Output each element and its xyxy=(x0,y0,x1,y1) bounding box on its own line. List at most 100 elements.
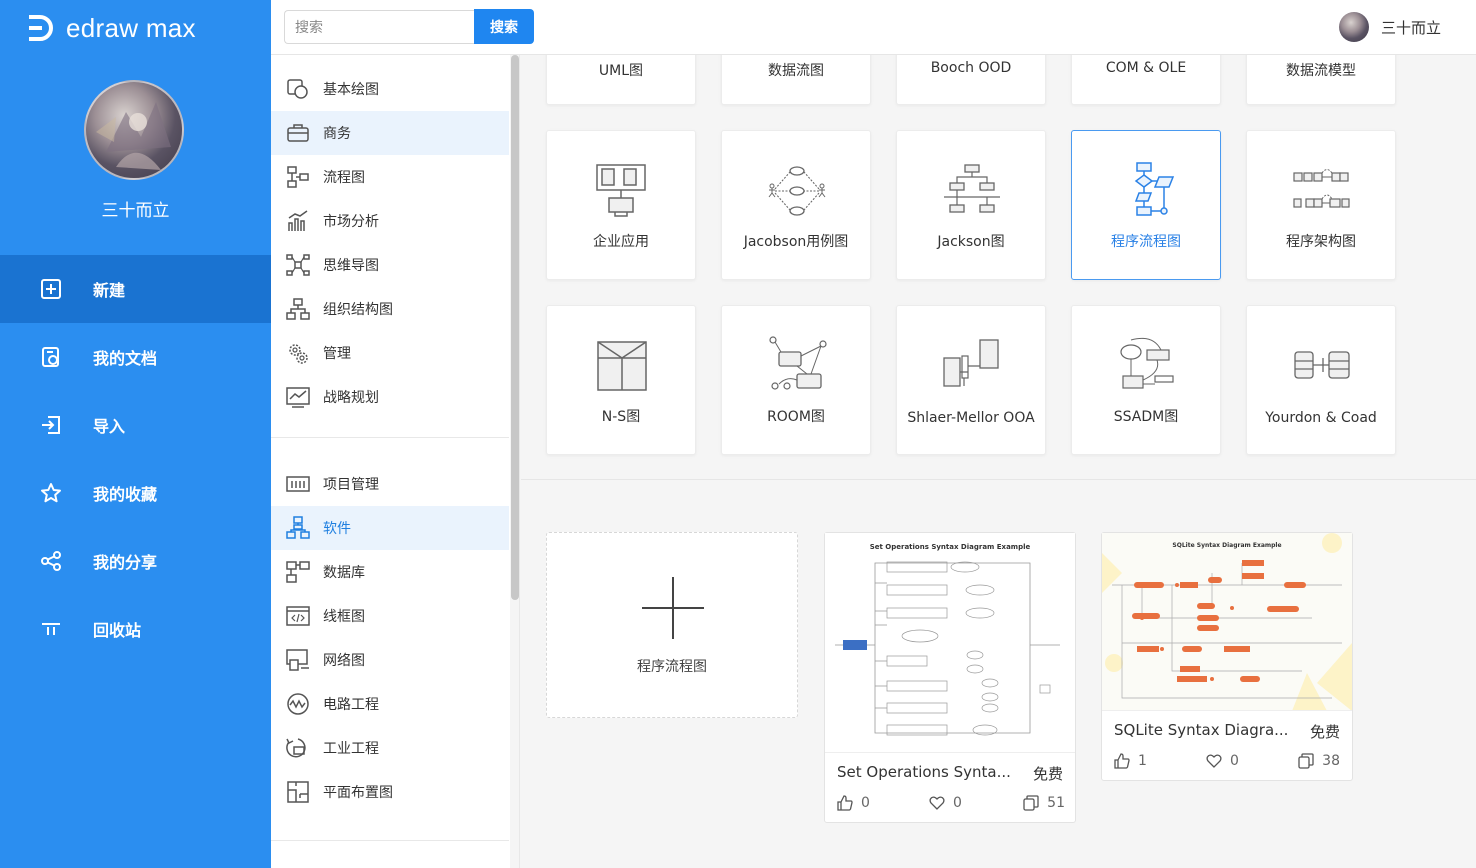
category-panel: 基本绘图 商务 流程图 市场分析 思维导图 组织结构图 管理 战略规划 项目管理… xyxy=(271,55,520,868)
nav-favorites[interactable]: 我的收藏 xyxy=(0,459,271,527)
template-card-dfd[interactable]: 数据流图 xyxy=(721,55,871,105)
category-label: 组织结构图 xyxy=(323,302,393,318)
copies-stat[interactable]: 38 xyxy=(1298,753,1340,769)
room-diagram-icon xyxy=(769,336,827,390)
category-mindmap[interactable]: 思维导图 xyxy=(271,243,509,287)
search-input[interactable] xyxy=(284,10,474,44)
category-management[interactable]: 管理 xyxy=(271,331,509,375)
copies-stat[interactable]: 51 xyxy=(1023,795,1065,811)
category-divider xyxy=(271,840,509,841)
use-case-icon xyxy=(768,166,826,216)
nav-new[interactable]: 新建 xyxy=(0,255,271,323)
template-card-room[interactable]: ROOM图 xyxy=(721,305,871,455)
example-thumbnail: SQLite Syntax Diagram Example xyxy=(1102,533,1352,711)
category-market-analysis[interactable]: 市场分析 xyxy=(271,199,509,243)
category-label: 工业工程 xyxy=(323,741,379,757)
template-grid: UML图 数据流图 Booch OOD COM & OLE 数据流模型 企业应用… xyxy=(521,55,1476,480)
template-card-program-architecture[interactable]: 程序架构图 xyxy=(1246,130,1396,280)
logo[interactable]: edraw max xyxy=(26,12,196,44)
org-chart-icon xyxy=(285,296,311,322)
example-card-sqlite[interactable]: SQLite Syntax Diagram Example SQLite Syn… xyxy=(1101,532,1353,781)
program-architecture-icon xyxy=(1293,169,1350,208)
circuit-icon xyxy=(285,691,311,717)
user-avatar-small[interactable] xyxy=(1338,12,1369,42)
template-card-jacobson[interactable]: Jacobson用例图 xyxy=(721,130,871,280)
search-button[interactable]: 搜索 xyxy=(474,9,534,44)
flowchart-icon xyxy=(285,164,311,190)
category-scroll-thumb[interactable] xyxy=(511,55,519,600)
mindmap-icon xyxy=(285,252,311,278)
thumbnail-title: Set Operations Syntax Diagram Example xyxy=(869,543,1031,551)
template-label: N-S图 xyxy=(601,409,641,425)
user-avatar[interactable] xyxy=(84,80,184,180)
likes-count: 1 xyxy=(1138,753,1147,769)
top-bar: 搜索 三十而立 xyxy=(271,0,1476,55)
template-card-jackson[interactable]: Jackson图 xyxy=(896,130,1046,280)
template-card-booch[interactable]: Booch OOD xyxy=(896,55,1046,105)
new-card-label: 程序流程图 xyxy=(637,659,707,675)
share-icon xyxy=(40,550,62,572)
template-card-ns[interactable]: N-S图 xyxy=(546,305,696,455)
category-label: 战略规划 xyxy=(323,390,379,406)
nav-my-docs-label: 我的文档 xyxy=(93,349,158,368)
ns-diagram-icon xyxy=(597,341,647,391)
category-software[interactable]: 软件 xyxy=(271,506,509,550)
example-stats: 0 0 51 xyxy=(837,795,1065,811)
category-label: 电路工程 xyxy=(323,697,379,713)
category-floorplan[interactable]: 平面布置图 xyxy=(271,770,509,814)
likes-count: 0 xyxy=(861,795,870,811)
heart-icon xyxy=(1206,754,1222,768)
category-network[interactable]: 网络图 xyxy=(271,638,509,682)
software-icon xyxy=(285,515,311,541)
template-card-shlaer-mellor[interactable]: Shlaer-Mellor OOA xyxy=(896,305,1046,455)
category-org-chart[interactable]: 组织结构图 xyxy=(271,287,509,331)
nav-import[interactable]: 导入 xyxy=(0,391,271,459)
shlaer-mellor-icon xyxy=(943,339,999,387)
template-card-enterprise-app[interactable]: 企业应用 xyxy=(546,130,696,280)
category-project[interactable]: 项目管理 xyxy=(271,462,509,506)
brand-name: edraw max xyxy=(66,12,196,43)
example-price: 免费 xyxy=(1032,765,1063,783)
gears-icon xyxy=(285,340,311,366)
new-blank-diagram-card[interactable]: 程序流程图 xyxy=(546,532,798,718)
template-card-com-ole[interactable]: COM & OLE xyxy=(1071,55,1221,105)
category-business[interactable]: 商务 xyxy=(271,111,509,155)
category-database[interactable]: 数据库 xyxy=(271,550,509,594)
copies-count: 38 xyxy=(1322,753,1340,769)
example-thumbnail: Set Operations Syntax Diagram Example xyxy=(825,533,1075,753)
category-wireframe[interactable]: 线框图 xyxy=(271,594,509,638)
category-label: 软件 xyxy=(323,521,351,537)
category-flowchart[interactable]: 流程图 xyxy=(271,155,509,199)
category-circuit[interactable]: 电路工程 xyxy=(271,682,509,726)
category-basic-drawing[interactable]: 基本绘图 xyxy=(271,67,509,111)
heart-icon xyxy=(929,796,945,810)
likes-stat[interactable]: 0 xyxy=(837,795,929,811)
favorites-stat[interactable]: 0 xyxy=(1206,753,1298,769)
thumbs-up-icon xyxy=(1114,753,1130,769)
template-card-program-flowchart[interactable]: 程序流程图 xyxy=(1071,130,1221,280)
template-card-yourdon-coad[interactable]: Yourdon & Coad xyxy=(1246,305,1396,455)
template-card-uml[interactable]: UML图 xyxy=(546,55,696,105)
example-price: 免费 xyxy=(1309,723,1340,741)
category-industrial[interactable]: 工业工程 xyxy=(271,726,509,770)
template-label: SSADM图 xyxy=(1113,409,1179,425)
edraw-logo-icon xyxy=(29,15,53,41)
likes-stat[interactable]: 1 xyxy=(1114,753,1206,769)
favorites-stat[interactable]: 0 xyxy=(929,795,1021,811)
nav-share[interactable]: 我的分享 xyxy=(0,527,271,595)
floorplan-icon xyxy=(285,779,311,805)
category-label: 思维导图 xyxy=(323,258,379,274)
user-menu[interactable]: 三十而立 xyxy=(1338,12,1441,42)
industrial-icon xyxy=(285,735,311,761)
template-card-ssadm[interactable]: SSADM图 xyxy=(1071,305,1221,455)
example-stats: 1 0 38 xyxy=(1114,753,1340,769)
template-label: Shlaer-Mellor OOA xyxy=(907,410,1035,426)
nav-trash[interactable]: 回收站 xyxy=(0,595,271,663)
nav-my-docs[interactable]: 我的文档 xyxy=(0,323,271,391)
favorites-count: 0 xyxy=(1230,753,1239,769)
database-icon xyxy=(285,559,311,585)
nav-favorites-label: 我的收藏 xyxy=(93,485,158,504)
template-card-dataflow-model[interactable]: 数据流模型 xyxy=(1246,55,1396,105)
category-strategy[interactable]: 战略规划 xyxy=(271,375,509,419)
example-card-set-operations[interactable]: Set Operations Syntax Diagram Example Se… xyxy=(824,532,1076,823)
